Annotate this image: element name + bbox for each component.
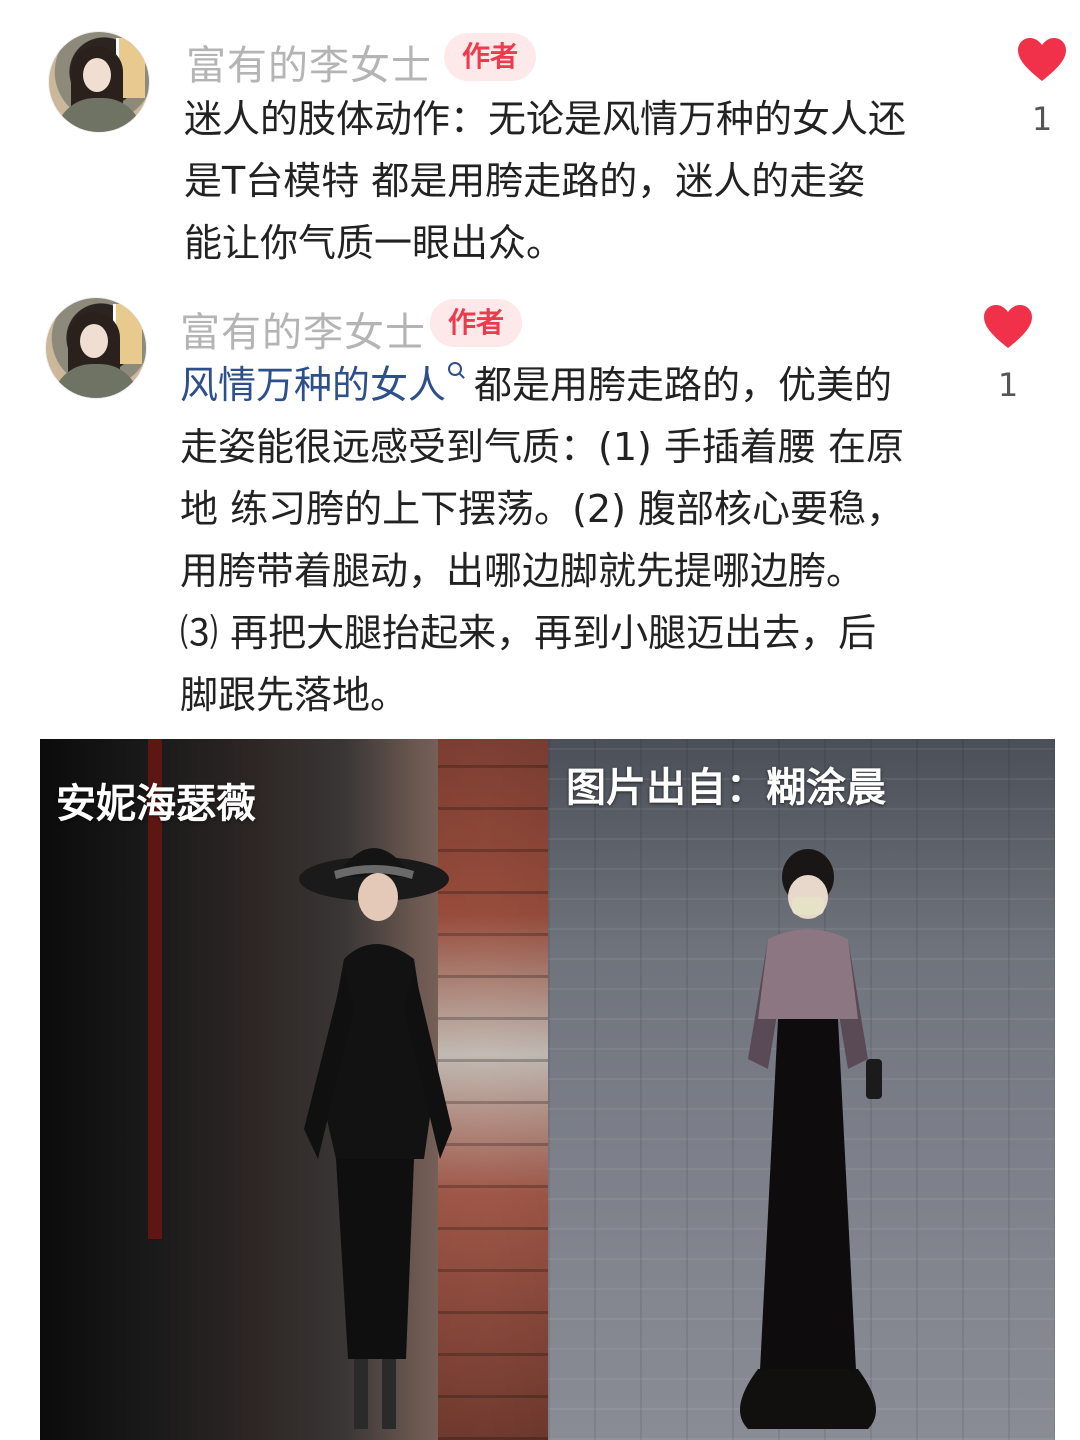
woman-in-black-suit-figure xyxy=(299,848,452,1429)
comment-text[interactable]: 风情万种的女人 都是用胯走路的，优美的 走姿能很远感受到气质：(1) 手插着腰 在… xyxy=(180,354,904,726)
search-icon[interactable] xyxy=(448,362,463,376)
topic-link[interactable]: 风情万种的女人 xyxy=(180,363,446,407)
comment-line: 脚跟先落地。 xyxy=(180,673,409,717)
photo-caption-left: 安妮海瑟薇 xyxy=(56,781,256,827)
comment-line-1: 风情万种的女人 都是用胯走路的，优美的 xyxy=(180,354,904,416)
avatar[interactable] xyxy=(45,297,147,399)
like-count: 1 xyxy=(997,366,1019,404)
comment-2: 富有的李女士 作者 风情万种的女人 都是用胯走路的，优美的 走姿能很远感受到气质：… xyxy=(0,0,1080,720)
photo-caption-right: 图片出自：糊涂晨 xyxy=(566,765,886,811)
comment-line: 走姿能很远感受到气质：(1) 手插着腰 在原 xyxy=(180,425,904,469)
username[interactable]: 富有的李女士 xyxy=(180,300,426,358)
woman-walking-figure xyxy=(740,849,882,1429)
heart-icon[interactable] xyxy=(983,304,1033,350)
comment-line: 用胯带着腿动，出哪边脚就先提哪边胯。 xyxy=(180,549,865,593)
photo-right[interactable] xyxy=(548,739,1055,1440)
author-badge: 作者 xyxy=(430,299,523,347)
comment-line: ⑶ 再把大腿抬起来，再到小腿迈出去，后 xyxy=(180,611,877,655)
comment-line: 地 练习胯的上下摆荡。(2) 腹部核心要稳， xyxy=(180,487,904,531)
photo-left[interactable] xyxy=(40,739,548,1440)
comment-line-rest: 都是用胯走路的，优美的 xyxy=(474,363,893,407)
comment-image[interactable]: 安妮海瑟薇 图片出自：糊涂晨 xyxy=(40,739,1055,1440)
